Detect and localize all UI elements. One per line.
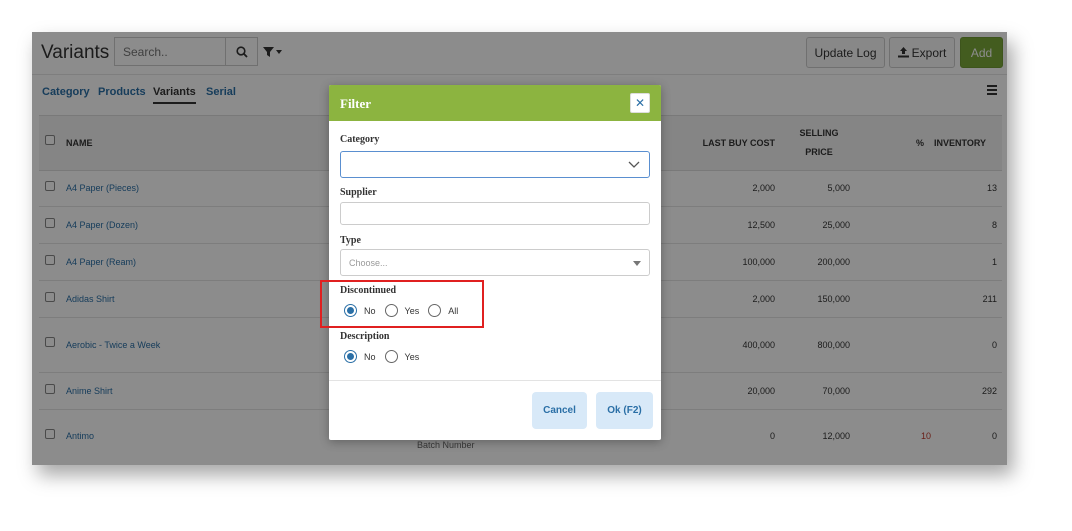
description-yes-radio[interactable] (384, 350, 398, 363)
supplier-field[interactable] (340, 202, 650, 225)
description-label: Description (340, 331, 390, 342)
annotation-highlight-box (320, 280, 484, 328)
category-select[interactable] (340, 151, 650, 178)
ok-button[interactable]: Ok (F2) (596, 392, 653, 429)
batch-number-text: Batch Number (417, 440, 475, 450)
dialog-title: Filter (340, 96, 372, 111)
close-icon: ✕ (634, 96, 646, 110)
close-button[interactable]: ✕ (630, 93, 650, 113)
description-yes-label: Yes (404, 351, 420, 362)
type-select[interactable]: Choose... (340, 249, 650, 276)
description-radio-group: No Yes (344, 350, 428, 363)
chevron-down-icon (628, 161, 640, 168)
description-no-radio[interactable] (344, 350, 357, 363)
supplier-label: Supplier (340, 187, 377, 198)
filter-dialog: Filter ✕ Category Supplier Type Choose..… (329, 85, 661, 440)
description-no-label: No (364, 351, 376, 362)
type-label: Type (340, 235, 361, 246)
dialog-header: Filter ✕ (329, 85, 661, 121)
caret-down-icon (633, 261, 641, 266)
app-window: Variants Update Log Export Add Category … (32, 32, 1007, 465)
cancel-button[interactable]: Cancel (532, 392, 587, 429)
type-placeholder: Choose... (349, 258, 388, 268)
category-label: Category (340, 134, 380, 145)
dialog-footer-divider (329, 380, 661, 381)
